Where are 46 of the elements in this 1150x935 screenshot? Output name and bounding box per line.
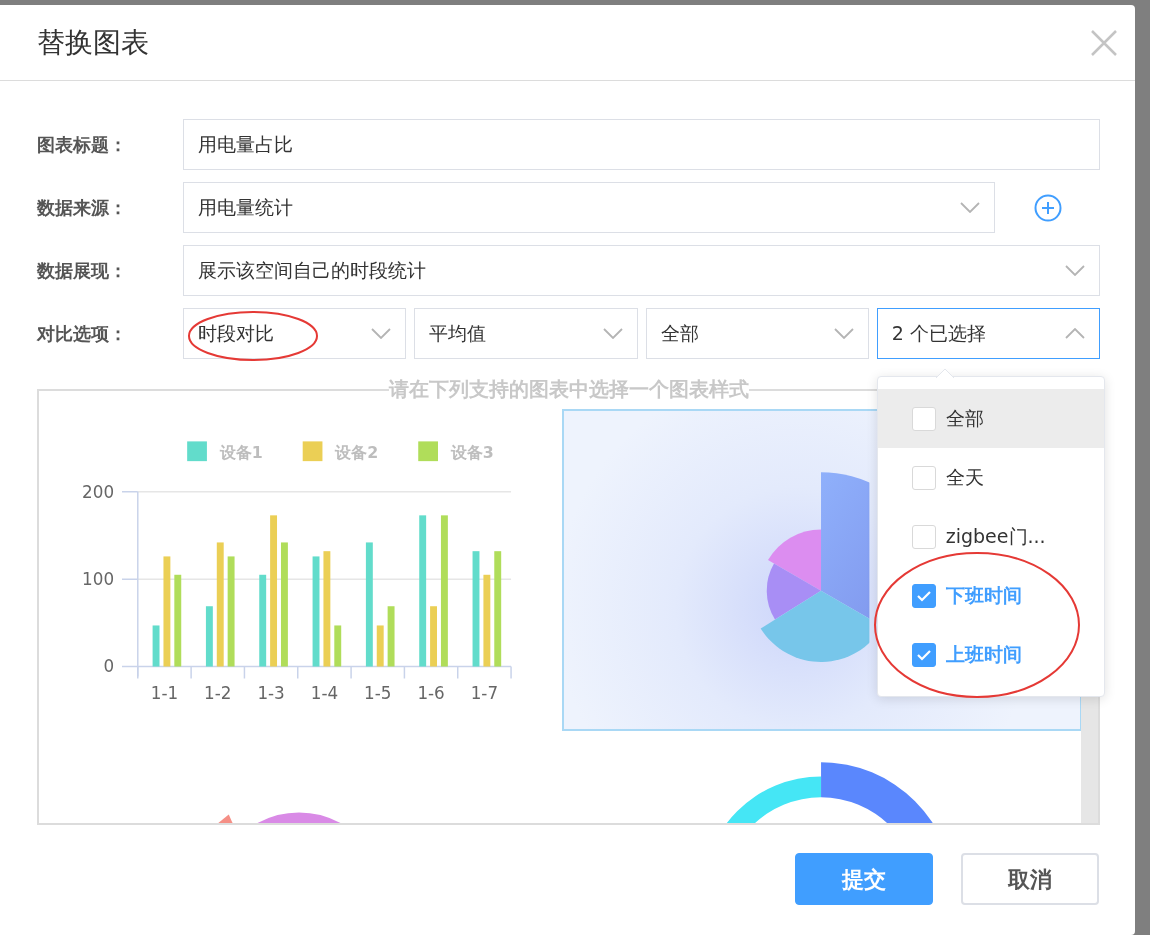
dropdown-select[interactable]: 时段对比 <box>183 308 407 359</box>
menu-option[interactable]: 全部 <box>877 389 1104 448</box>
axis-tick-label: 1-1 <box>150 683 179 704</box>
legend-label: 设备2 <box>334 443 379 463</box>
field-label: 图表标题： <box>37 133 128 157</box>
close-icon[interactable] <box>1090 28 1118 57</box>
axis-tick-label: 1-2 <box>204 683 232 704</box>
bar <box>430 606 437 667</box>
cancel-button[interactable]: 取消 <box>961 853 1099 905</box>
axis-tick-label: 1-4 <box>310 683 339 704</box>
chevron-icon <box>833 328 854 339</box>
axis-tick-label: 1-6 <box>417 683 445 704</box>
menu-option[interactable]: zigbee门... <box>877 507 1104 566</box>
axis-tick-label: 100 <box>82 569 115 590</box>
chevron-icon <box>371 328 392 339</box>
axis-tick-label: 1-5 <box>364 683 392 704</box>
bar <box>152 625 160 667</box>
chevron-icon <box>602 328 623 339</box>
dialog-title: 替换图表 <box>37 25 149 60</box>
field-label: 对比选项： <box>37 322 128 346</box>
bar <box>205 606 213 667</box>
text-input[interactable]: 用电量占比 <box>183 119 1100 170</box>
bar <box>334 625 342 667</box>
checkbox[interactable] <box>911 583 936 608</box>
dropdown-select[interactable]: 全部 <box>645 308 869 359</box>
axis-tick-label: 200 <box>82 481 115 502</box>
chevron-icon <box>960 202 980 213</box>
field-label: 数据展现： <box>37 259 128 283</box>
dropdown-select[interactable]: 展示该空间自己的时段统计 <box>183 245 1100 296</box>
legend-label: 设备3 <box>449 443 494 463</box>
check-icon <box>915 589 932 602</box>
chevron-icon <box>1065 265 1085 276</box>
field-label: 数据来源： <box>37 196 128 220</box>
legend-label: 设备1 <box>218 443 263 463</box>
dropdown-select[interactable]: 平均值 <box>414 308 638 359</box>
chevron-icon <box>1065 328 1085 339</box>
menu-option[interactable]: 全天 <box>877 448 1104 507</box>
bar <box>387 606 395 667</box>
axis-tick-label: 1-7 <box>470 683 499 704</box>
checkbox[interactable] <box>911 642 936 667</box>
dropdown-select[interactable]: 用电量统计 <box>183 182 995 233</box>
bar <box>376 625 384 667</box>
axis-tick-label: 0 <box>103 656 115 677</box>
plus-circle-icon[interactable] <box>1033 193 1062 222</box>
check-icon <box>915 648 932 661</box>
axis-tick-label: 1-3 <box>257 683 285 704</box>
